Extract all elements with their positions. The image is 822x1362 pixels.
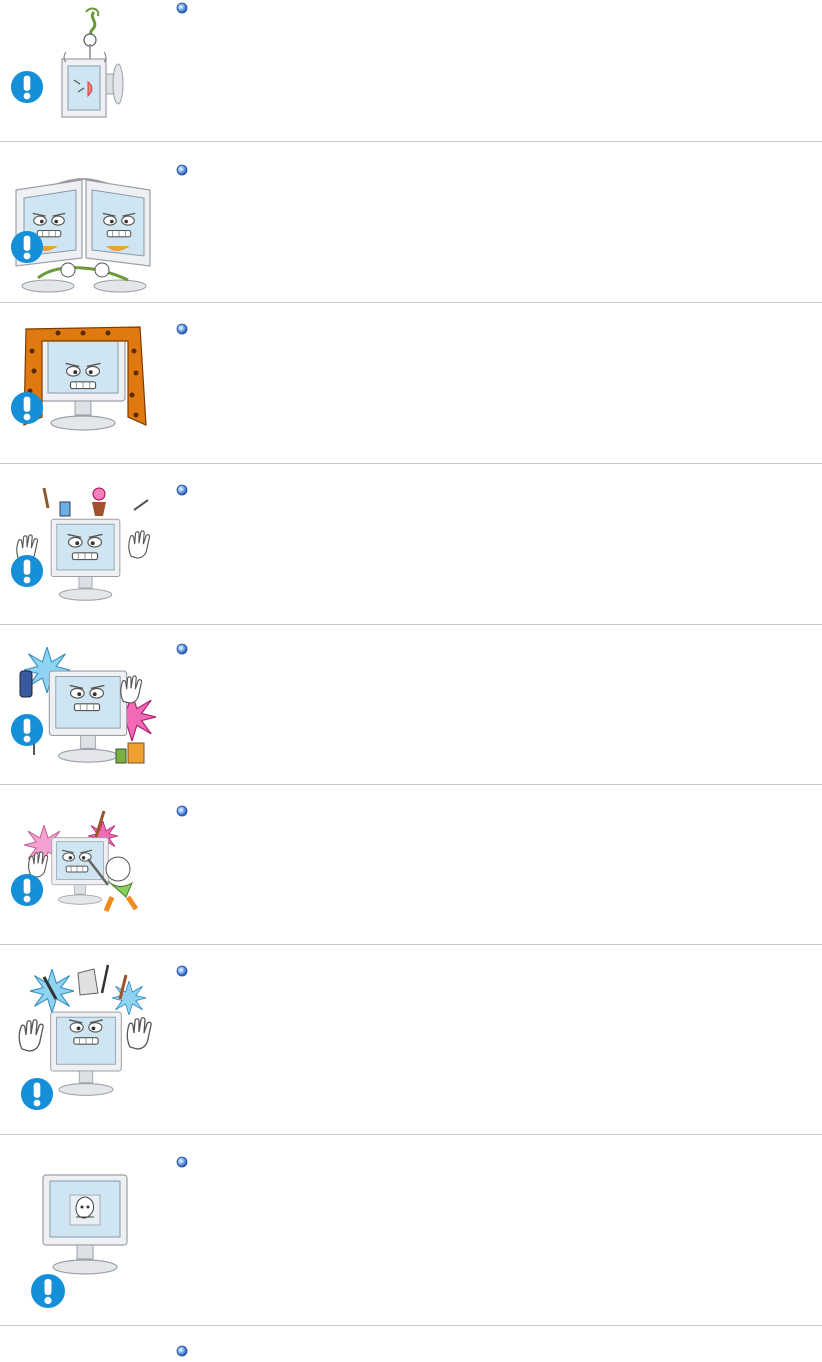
caution-item [0, 0, 822, 142]
blue-bullet-icon [176, 965, 188, 977]
blue-bullet-icon [176, 164, 188, 176]
exclamation-warning-icon [10, 391, 44, 425]
caution-item [0, 1326, 822, 1362]
exclamation-warning-icon [10, 713, 44, 747]
caution-item [0, 625, 822, 785]
exclamation-warning-icon [10, 70, 44, 104]
exclamation-warning-icon [30, 1273, 66, 1309]
exclamation-warning-icon [10, 554, 44, 588]
caution-item [0, 1135, 822, 1325]
caution-item [0, 464, 822, 624]
exclamation-warning-icon [10, 873, 44, 907]
flammable-spray-near-monitor-icon [19, 647, 156, 764]
blue-bullet-icon [176, 1345, 188, 1357]
blue-bullet-icon [176, 2, 188, 14]
caution-item [0, 785, 822, 945]
caution-item [0, 142, 822, 302]
blue-bullet-icon [176, 643, 188, 655]
exclamation-warning-icon [10, 230, 44, 264]
static-image-burn-in-icon [42, 1174, 128, 1275]
monitor-lifted-by-cord-icon [61, 7, 124, 118]
blue-bullet-icon [176, 323, 188, 335]
caution-item [0, 945, 822, 1135]
blue-bullet-icon [176, 484, 188, 496]
caution-item [0, 303, 822, 463]
blue-bullet-icon [176, 805, 188, 817]
blue-bullet-icon [176, 1156, 188, 1168]
exclamation-warning-icon [20, 1077, 54, 1111]
